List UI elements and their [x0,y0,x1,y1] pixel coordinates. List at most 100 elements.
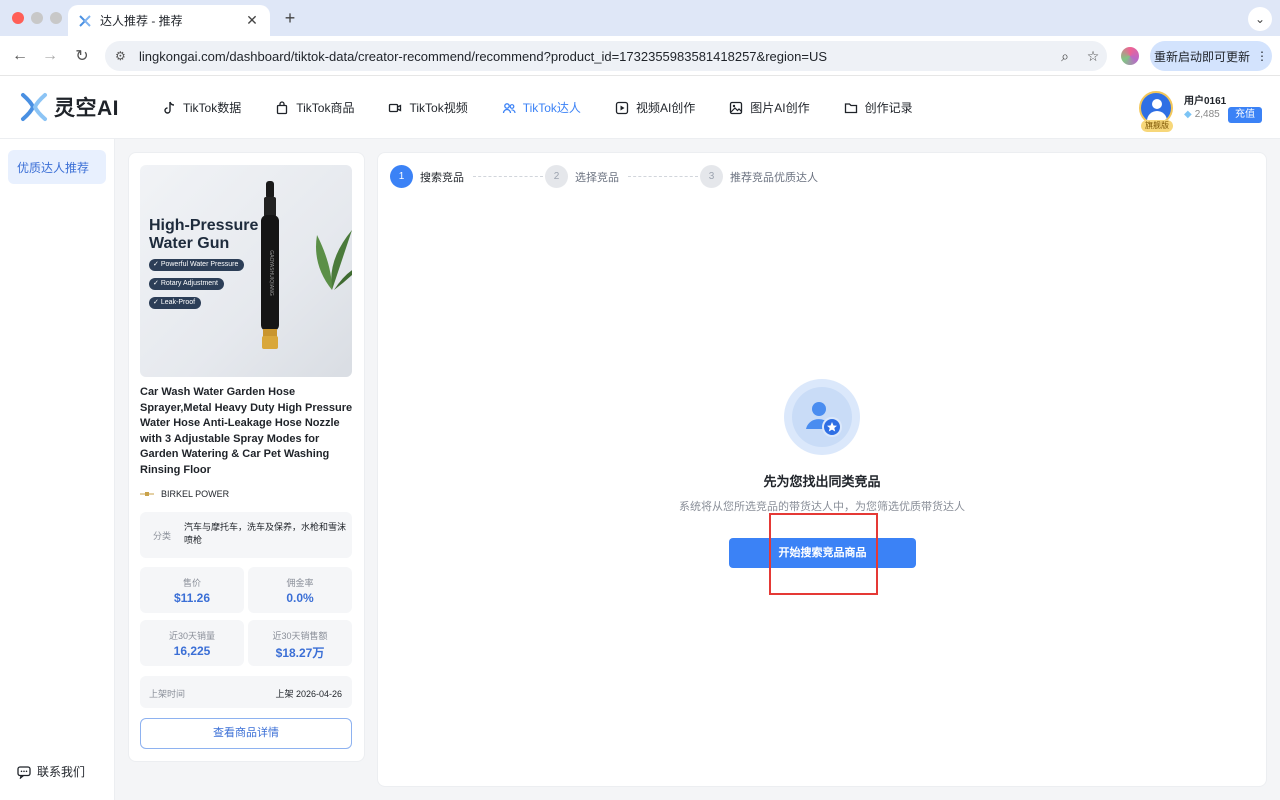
category-value: 汽车与摩托车，洗车及保养，水枪和雪沫喷枪 [184,522,347,545]
app-logo[interactable]: 灵空AI [20,92,119,122]
new-tab-button[interactable]: + [280,8,300,29]
category-label: 分类 [153,531,172,541]
nav-tiktok-data[interactable]: TikTok数据 [162,99,241,116]
url-text[interactable]: lingkongai.com/dashboard/tiktok-data/cre… [139,49,1051,64]
nav-label: 创作记录 [864,101,913,115]
nav-label: 视频AI创作 [635,101,696,115]
feature-tag: ✓ Leak-Proof [149,297,202,309]
close-window-button[interactable] [12,12,24,24]
listing-date-box: 上架时间 上架 2026-04-26 [140,676,352,708]
stat-value: 0.0% [286,591,314,605]
reload-icon[interactable]: ↻ [72,46,92,66]
illustration-inner-circle [792,387,852,447]
diamond-icon: ◆ [1184,109,1192,120]
stat-label: 售价 [182,578,201,588]
brand-name: BIRKEL POWER [161,489,230,499]
view-product-details-button[interactable]: 查看商品详情 [140,718,352,749]
membership-badge: 旗舰版 [1141,120,1173,132]
video-camera-icon [389,103,402,112]
browser-tab[interactable]: 达人推荐 - 推荐 ✕ [68,5,270,36]
empty-state-title: 先为您找出同类竞品 [763,474,881,489]
feature-label: Powerful Water Pressure [160,261,239,268]
user-name: 用户0161 [1184,96,1227,107]
listing-date-value: 上架 2026-04-26 [275,689,342,699]
sidebar-item-quality-creators[interactable]: 优质达人推荐 [8,150,106,184]
nav-creation-records[interactable]: 创作记录 [844,99,913,116]
chat-bubble-icon [17,765,31,779]
feature-label: Leak-Proof [160,299,196,306]
forward-arrow-icon[interactable]: → [40,46,60,66]
feature-label: Rotary Adjustment [160,280,219,287]
stat-label: 近30天销量 [168,631,215,641]
points-value: 2,485 [1194,109,1220,120]
product-image[interactable]: High-Pressure Water Gun ✓ Powerful Water… [140,165,352,377]
address-bar[interactable]: ⚙ lingkongai.com/dashboard/tiktok-data/c… [105,41,1107,71]
tiktok-icon [164,101,175,114]
zoom-search-icon[interactable]: ⌕ [1051,48,1079,65]
stat-price: 售价 $11.26 [140,567,244,613]
feature-tag: ✓ Powerful Water Pressure [149,259,245,271]
category-box: 分类 汽车与摩托车，洗车及保养，水枪和雪沫喷枪 [140,512,352,558]
avatar-head [1152,99,1162,109]
stat-sales-30d: 近30天销量 16,225 [140,620,244,666]
recharge-button[interactable]: 充值 [1228,107,1262,123]
profile-avatar-icon[interactable] [1121,47,1139,65]
image-headline: High-Pressure Water Gun [149,217,258,253]
nav-tiktok-products[interactable]: TikTok商品 [275,99,354,116]
nav-image-ai[interactable]: 图片AI创作 [729,99,810,116]
step-select-competitors: 2 选择竞品 [545,165,619,188]
main-nav: TikTok数据 TikTok商品 TikTok视频 TikTok达人 视频AI… [162,99,947,116]
nav-label: TikTok视频 [409,101,468,115]
video-ai-icon [615,101,629,114]
points-display: ◆ 2,485 [1184,109,1220,120]
update-button-label: 重新启动即可更新 [1153,49,1250,64]
step-label: 搜索竞品 [420,171,464,184]
minimize-window-button[interactable] [31,12,43,24]
nav-tiktok-videos[interactable]: TikTok视频 [388,99,468,116]
step-recommend-creators: 3 推荐竞品优质达人 [700,165,818,188]
logo-mark-icon [21,93,47,121]
hose-nozzle-illustration: GAOYASHUIQIANG [261,181,279,349]
relaunch-update-button[interactable]: 重新启动即可更新 ⋮ [1150,41,1272,71]
feature-tag: ✓ Rotary Adjustment [149,278,225,290]
users-icon [502,102,516,113]
empty-state-description: 系统将从您所选竞品的带货达人中，为您筛选优质带货达人 [679,501,965,513]
plant-leaves-decoration [316,230,352,290]
stat-commission: 佣金率 0.0% [248,567,352,613]
empty-state-illustration [784,379,860,455]
step-connector [473,176,543,177]
nav-tiktok-creators[interactable]: TikTok达人 [502,99,581,116]
tab-close-icon[interactable]: ✕ [244,12,260,29]
nav-label: 图片AI创作 [750,101,810,115]
sidebar: 优质达人推荐 联系我们 [0,139,115,800]
bookmark-star-icon[interactable]: ☆ [1079,48,1107,65]
main-panel: 1 搜索竞品 2 选择竞品 3 推荐竞品优质达人 先为您找出同类竞品 系统将从您… [377,152,1267,787]
listing-date-label: 上架时间 [149,689,186,699]
tab-title: 达人推荐 - 推荐 [100,14,183,28]
image-icon [730,101,743,114]
brand-logo-icon [140,492,154,496]
start-search-competitors-button[interactable]: 开始搜索竞品商品 [729,538,916,568]
zoom-window-button[interactable] [50,12,62,24]
stat-label: 近30天销售额 [272,631,328,641]
user-profile[interactable]: 旗舰版 用户0161 ◆ 2,485 充值 [1138,90,1270,132]
step-number: 2 [545,165,568,188]
site-settings-icon[interactable]: ⚙ [115,49,131,63]
app-header: 灵空AI TikTok数据 TikTok商品 TikTok视频 TikTok达人… [0,76,1280,139]
back-arrow-icon[interactable]: ← [10,46,30,66]
contact-us-link[interactable]: 联系我们 [17,763,85,780]
browser-tab-bar: 达人推荐 - 推荐 ✕ + ⌄ [0,0,1280,36]
step-label: 推荐竞品优质达人 [730,171,818,184]
nozzle-engraving: GAOYASHUIQIANG [268,250,274,296]
nav-label: TikTok商品 [296,101,355,115]
site-favicon-icon [79,14,91,27]
step-label: 选择竞品 [575,171,619,184]
step-search-competitors: 1 搜索竞品 [390,165,464,188]
step-connector [628,176,698,177]
nav-video-ai[interactable]: 视频AI创作 [615,99,695,116]
more-menu-icon: ⋮ [1256,49,1268,63]
stat-label: 佣金率 [286,578,314,588]
tab-search-chevron-icon[interactable]: ⌄ [1248,7,1272,31]
image-headline-line1: High-Pressure [149,217,259,234]
brand-row: BIRKEL POWER [140,489,229,499]
